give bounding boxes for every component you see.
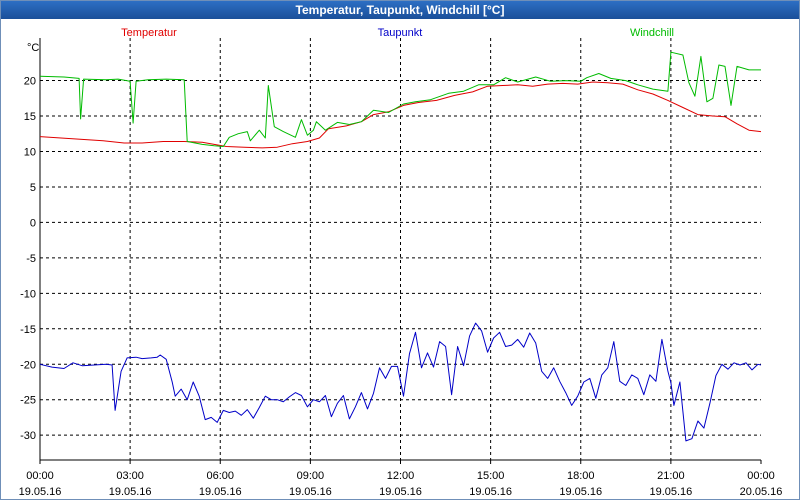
y-tick-label: 0 (30, 217, 36, 229)
x-tick-time: 18:00 (567, 470, 595, 482)
x-tick-date: 19.05.16 (19, 486, 62, 498)
y-tick-label: 10 (24, 146, 36, 158)
y-tick-label: -5 (26, 253, 36, 265)
x-tick-date: 19.05.16 (199, 486, 242, 498)
y-tick-label: -15 (20, 324, 36, 336)
x-tick-date: 19.05.16 (109, 486, 152, 498)
y-tick-label: 15 (24, 111, 36, 123)
x-tick-time: 12:00 (387, 470, 415, 482)
x-tick-date: 19.05.16 (649, 486, 692, 498)
series-line-temperatur (39, 81, 762, 149)
y-tick-label: -25 (20, 395, 36, 407)
legend-taupunkt: Taupunkt (378, 27, 423, 39)
x-tick-time: 21:00 (657, 470, 685, 482)
y-tick-label: -30 (20, 430, 36, 442)
x-tick-time: 03:00 (116, 470, 144, 482)
x-tick-date: 19.05.16 (559, 486, 602, 498)
y-tick-label: 5 (30, 182, 36, 194)
legend-temperatur: Temperatur (121, 27, 177, 39)
x-tick-time: 09:00 (297, 470, 325, 482)
x-tick-time: 06:00 (206, 470, 234, 482)
x-tick-date: 19.05.16 (289, 486, 332, 498)
legend-windchill: Windchill (630, 27, 674, 39)
grid-layer (40, 38, 761, 460)
y-axis-unit-label: °C (27, 42, 39, 54)
x-tick-date: 20.05.16 (740, 486, 783, 498)
y-tick-label: -10 (20, 288, 36, 300)
y-tick-label: 20 (24, 76, 36, 88)
y-tick-label: -20 (20, 359, 36, 371)
chart-window: Temperatur, Taupunkt, Windchill [°C] 20 1… (0, 0, 800, 500)
x-tick-time: 15:00 (477, 470, 505, 482)
x-tick-time: 00:00 (26, 470, 54, 482)
chart-canvas: 20 15 10 5 0 -5 -10 -15 -20 -25 -30 00:00 19.05.16 03… (19, 27, 783, 498)
x-tick-date: 19.05.16 (379, 486, 422, 498)
x-tick-time: 00:00 (747, 470, 775, 482)
x-tick-date: 19.05.16 (469, 486, 512, 498)
